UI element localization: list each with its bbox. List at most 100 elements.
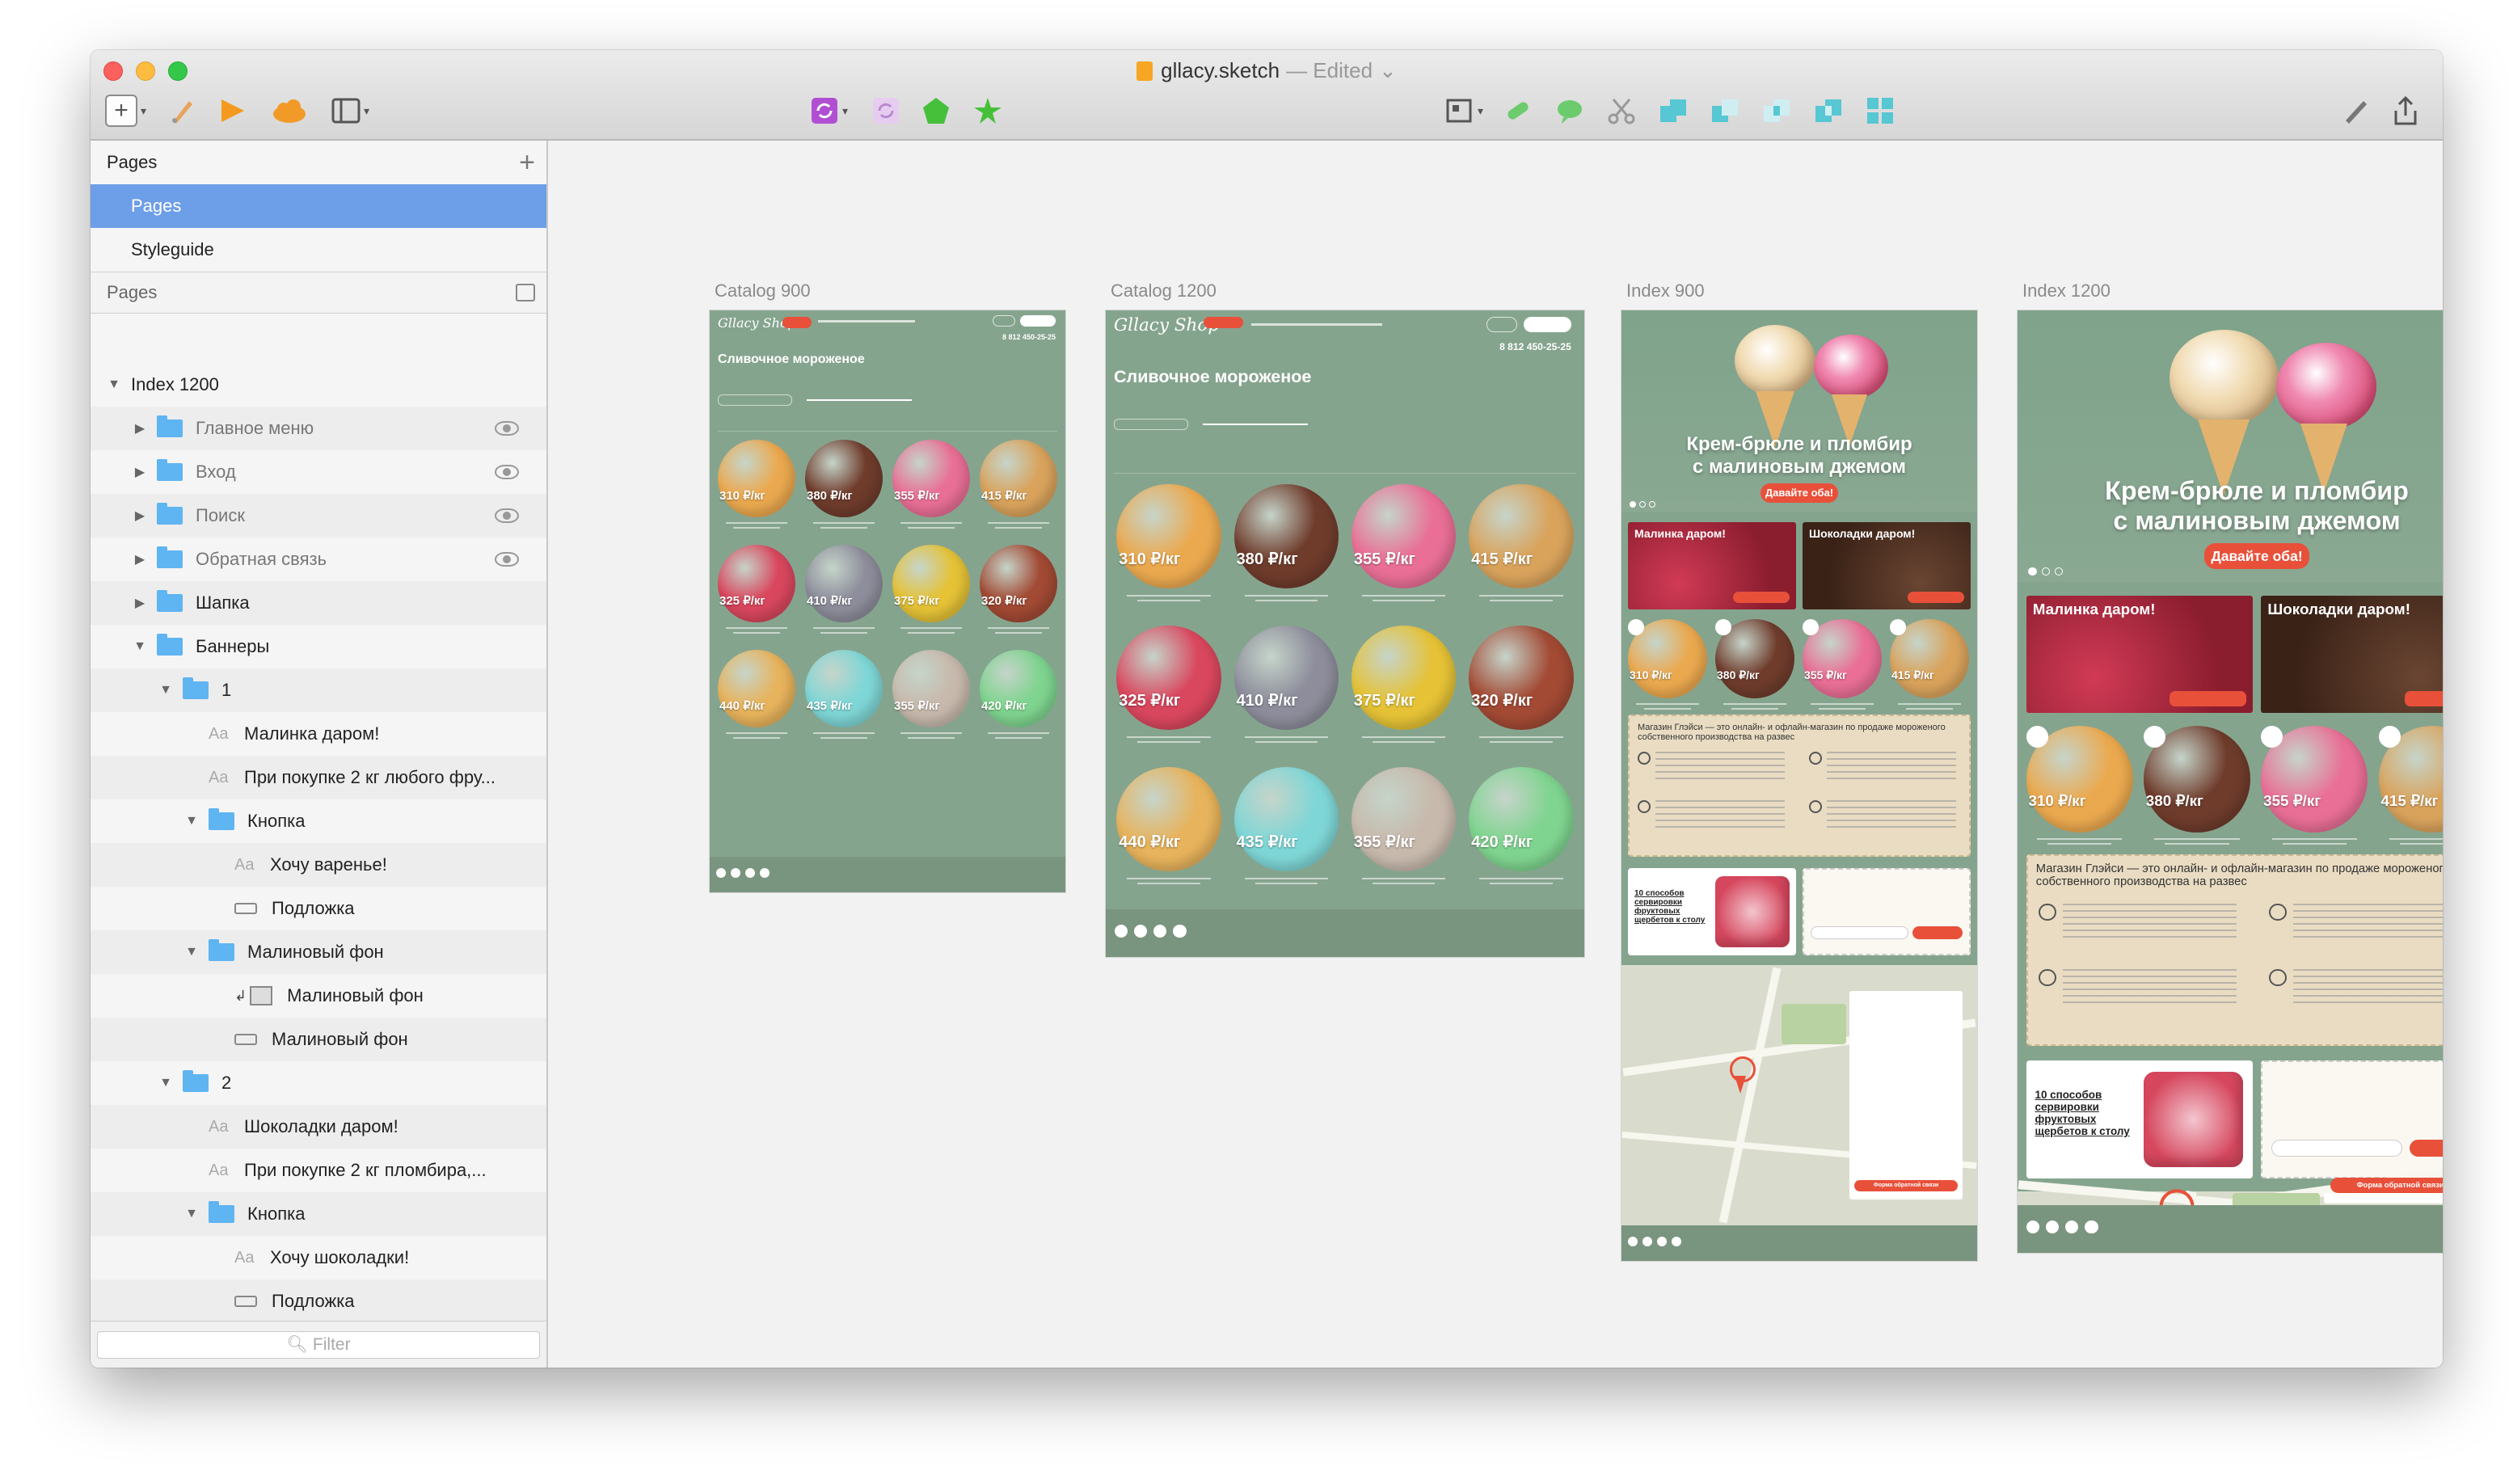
ice-cream-scoop[interactable]: [1469, 626, 1574, 731]
filter-input[interactable]: 🔍︎ Filter: [97, 1331, 540, 1359]
banner-button[interactable]: [1733, 592, 1790, 603]
artboard-catalog900[interactable]: Gllacy Shop 8 812 450-25-25 Сливочное моро…: [710, 310, 1065, 892]
social-icon[interactable]: [2045, 1220, 2060, 1233]
social-icon[interactable]: [1642, 1237, 1652, 1246]
social-icon[interactable]: [731, 868, 740, 878]
banner-button[interactable]: [2405, 690, 2443, 706]
promo-banner-raspberry[interactable]: Малинка даром!: [2026, 595, 2253, 713]
edited-status[interactable]: — Edited: [1286, 58, 1373, 82]
disclosure-open-icon[interactable]: ▼: [133, 639, 147, 654]
ice-cream-scoop[interactable]: [1351, 626, 1457, 731]
layer-row[interactable]: ▼ Малиновый фон: [91, 930, 546, 974]
eye-icon[interactable]: [495, 508, 519, 523]
rotate-button[interactable]: [1503, 92, 1533, 129]
symbol-sync-button[interactable]: [871, 92, 900, 129]
ice-cream-scoop[interactable]: [892, 440, 970, 517]
promo-banner-chocolate[interactable]: Шоколадки даром!: [2261, 595, 2443, 713]
slider-dot[interactable]: [1649, 501, 1655, 508]
social-icon[interactable]: [745, 868, 755, 878]
disclosure-open-icon[interactable]: ▼: [158, 683, 173, 698]
artboard-index900[interactable]: Gllacy Shop8 812 450-25-25Крем-брюле и п…: [1621, 310, 1977, 1261]
ice-cream-scoop[interactable]: [980, 545, 1057, 622]
layer-row[interactable]: Aa При покупке 2 кг пломбира,...: [91, 1149, 546, 1192]
artboard-label[interactable]: Index 1200: [2022, 280, 2111, 301]
insert-button[interactable]: + ▾: [105, 92, 146, 129]
layer-row[interactable]: ▼ Баннеры: [91, 625, 546, 668]
add-page-icon[interactable]: +: [519, 147, 535, 179]
social-icon[interactable]: [1672, 1237, 1681, 1246]
blog-link[interactable]: 10 способов сервировки фруктовых щербето…: [1634, 889, 1710, 925]
disclosure-closed-icon[interactable]: ▶: [133, 508, 147, 524]
layer-row[interactable]: Aa Шоколадки даром!: [91, 1105, 546, 1149]
social-icon[interactable]: [1628, 1237, 1638, 1246]
disclosure-open-icon[interactable]: ▼: [184, 1207, 199, 1221]
artboard-index1200[interactable]: Gllacy Shop8 812 450-25-25Крем-брюле и п…: [2018, 310, 2443, 1253]
star-shape-button[interactable]: [973, 92, 1002, 129]
union-button[interactable]: [1659, 92, 1688, 129]
disclosure-open-icon[interactable]: ▼: [184, 814, 199, 828]
disclosure-closed-icon[interactable]: ▶: [133, 551, 147, 567]
eye-icon[interactable]: [495, 465, 519, 479]
ice-cream-scoop[interactable]: [1469, 767, 1574, 872]
layer-row[interactable]: ↲ Малиновый фон: [91, 974, 546, 1018]
disclosure-open-icon[interactable]: ▼: [158, 1076, 173, 1090]
ice-cream-scoop[interactable]: [1116, 767, 1221, 872]
disclosure-open-icon[interactable]: ▼: [107, 377, 121, 392]
preview-button[interactable]: [218, 92, 247, 129]
artboard-label[interactable]: Catalog 1200: [1111, 280, 1217, 301]
ice-cream-scoop[interactable]: [892, 650, 970, 727]
social-icon[interactable]: [1153, 924, 1167, 938]
layer-row[interactable]: Подложка: [91, 887, 546, 930]
promo-banner-chocolate[interactable]: Шоколадки даром!: [1803, 522, 1971, 609]
ice-cream-scoop[interactable]: [1233, 767, 1339, 872]
eye-icon[interactable]: [495, 421, 519, 436]
symbol-button[interactable]: ▾: [810, 92, 848, 129]
layer-row[interactable]: Aa При покупке 2 кг любого фру...: [91, 756, 546, 799]
edit-button[interactable]: [2341, 92, 2370, 129]
subscribe-input[interactable]: [1811, 926, 1908, 939]
blog-box[interactable]: 10 способов сервировки фруктовых щербето…: [1628, 868, 1796, 955]
chevron-down-icon[interactable]: ⌄: [1379, 58, 1397, 82]
layer-row[interactable]: ▶ Шапка: [91, 581, 546, 625]
flatten-button[interactable]: [1555, 92, 1584, 129]
slider-dot[interactable]: [1639, 501, 1646, 508]
ice-cream-scoop[interactable]: [718, 650, 795, 727]
ice-cream-scoop[interactable]: [1233, 626, 1339, 731]
social-icon[interactable]: [1173, 924, 1187, 938]
ice-cream-scoop[interactable]: [1116, 626, 1221, 731]
social-icon[interactable]: [1657, 1237, 1667, 1246]
layer-row[interactable]: Aa Малинка даром!: [91, 712, 546, 756]
layer-row[interactable]: ▼ Кнопка: [91, 799, 546, 843]
artboard-label[interactable]: Index 900: [1626, 280, 1705, 301]
location-map[interactable]: Форма обратной связи: [1621, 965, 1977, 1225]
disclosure-closed-icon[interactable]: ▶: [133, 464, 147, 480]
layer-row[interactable]: ▼ Index 1200: [91, 363, 546, 407]
resize-button[interactable]: ▾: [1445, 92, 1483, 129]
layer-row[interactable]: ▼ 1: [91, 668, 546, 712]
subscribe-box[interactable]: [1803, 868, 1971, 955]
vector-tool-button[interactable]: [168, 92, 197, 129]
subtract-button[interactable]: [1710, 92, 1739, 129]
social-icon[interactable]: [2026, 1220, 2039, 1233]
feedback-button[interactable]: Форма обратной связи: [1853, 1179, 1959, 1191]
ice-cream-scoop[interactable]: [1233, 484, 1339, 589]
social-icon[interactable]: [1114, 924, 1128, 938]
subscribe-button[interactable]: [1912, 926, 1963, 939]
intersect-button[interactable]: [1762, 92, 1791, 129]
layer-row[interactable]: ▶ Вход: [91, 450, 546, 494]
cloud-button[interactable]: [272, 92, 307, 129]
subscribe-box[interactable]: [2261, 1060, 2443, 1178]
difference-button[interactable]: [1814, 92, 1843, 129]
promo-banner-raspberry[interactable]: Малинка даром!: [1628, 522, 1796, 609]
subscribe-button[interactable]: [2409, 1139, 2443, 1157]
export-button[interactable]: [2391, 92, 2420, 129]
layer-row[interactable]: ▶ Главное меню: [91, 407, 546, 450]
collapse-panel-icon[interactable]: [516, 284, 535, 301]
blog-link[interactable]: 10 способов сервировки фруктовых щербето…: [2035, 1089, 2137, 1137]
banner-button[interactable]: [1908, 592, 1964, 603]
ice-cream-scoop[interactable]: [805, 650, 883, 727]
ice-cream-scoop[interactable]: [805, 545, 883, 622]
eye-icon[interactable]: [495, 552, 519, 567]
layer-row[interactable]: ▶ Обратная связь: [91, 538, 546, 581]
feedback-button[interactable]: Форма обратной связи: [2330, 1177, 2443, 1193]
